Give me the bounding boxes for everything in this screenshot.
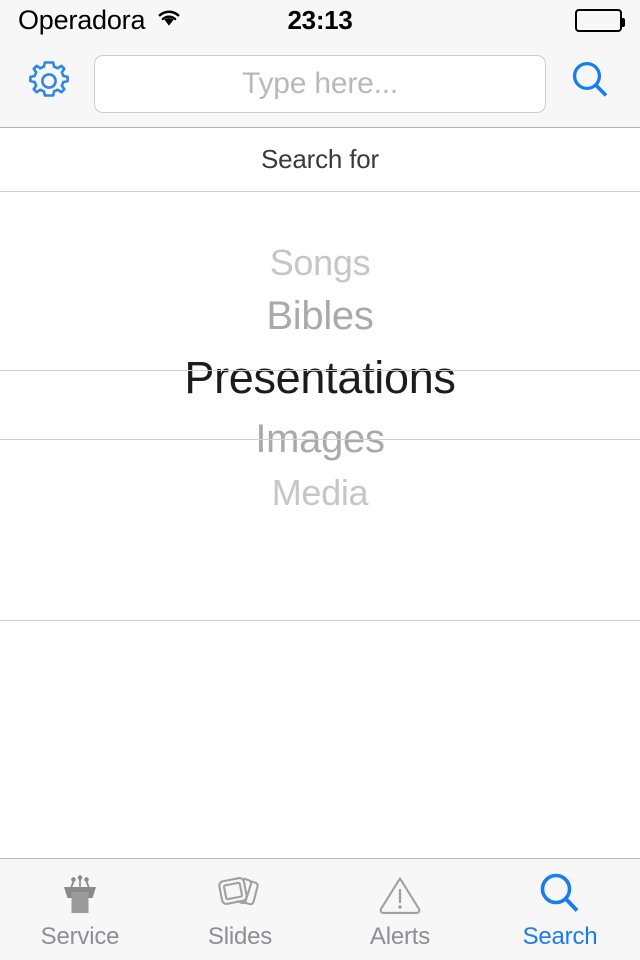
- tab-bar: Service Slides Alerts Search: [0, 858, 640, 960]
- search-icon: [533, 869, 587, 921]
- tab-search[interactable]: Search: [480, 859, 640, 960]
- picker-item-presentations[interactable]: Presentations: [0, 343, 640, 412]
- podium-icon: [55, 869, 105, 921]
- search-input[interactable]: Type here...: [94, 54, 546, 113]
- picker-item-label: Bibles: [266, 294, 374, 338]
- picker-item-label: Presentations: [184, 352, 456, 403]
- tab-alerts[interactable]: Alerts: [320, 859, 480, 960]
- picker-selection-bottom-divider: [0, 439, 640, 440]
- search-type-picker[interactable]: Songs Bibles Presentations Images Media: [0, 192, 640, 621]
- picker-item-songs[interactable]: Songs: [0, 236, 640, 289]
- section-header: Search for: [0, 128, 640, 192]
- search-submit-button[interactable]: [564, 57, 618, 111]
- slides-stack-icon: [213, 869, 267, 921]
- picker-item-media[interactable]: Media: [0, 466, 640, 519]
- tab-label: Alerts: [369, 923, 431, 950]
- carrier-label: Operadora: [18, 4, 146, 35]
- content-area: [0, 621, 640, 858]
- tab-label: Slides: [207, 923, 273, 950]
- settings-button[interactable]: [22, 57, 76, 111]
- tab-label: Search: [522, 923, 598, 950]
- tab-label: Service: [40, 923, 120, 950]
- picker-item-label: Media: [271, 471, 369, 513]
- search-input-placeholder: Type here...: [241, 66, 399, 100]
- wifi-icon: [156, 8, 182, 32]
- battery-full-icon: [575, 8, 625, 32]
- search-icon: [568, 58, 614, 109]
- picker-item-bibles[interactable]: Bibles: [0, 289, 640, 343]
- status-bar-right: [575, 8, 625, 32]
- tab-slides[interactable]: Slides: [160, 859, 320, 960]
- gear-icon: [25, 57, 73, 110]
- picker-item-label: Songs: [269, 241, 371, 283]
- picker-selection-top-divider: [0, 370, 640, 371]
- status-bar-left: Operadora: [18, 4, 182, 35]
- picker-list: Songs Bibles Presentations Images Media: [0, 192, 640, 519]
- status-bar: Operadora 23:13: [0, 0, 640, 40]
- tab-service[interactable]: Service: [0, 859, 160, 960]
- warning-triangle-icon: [374, 869, 426, 921]
- search-toolbar: Type here...: [0, 40, 640, 128]
- section-header-label: Search for: [261, 144, 379, 174]
